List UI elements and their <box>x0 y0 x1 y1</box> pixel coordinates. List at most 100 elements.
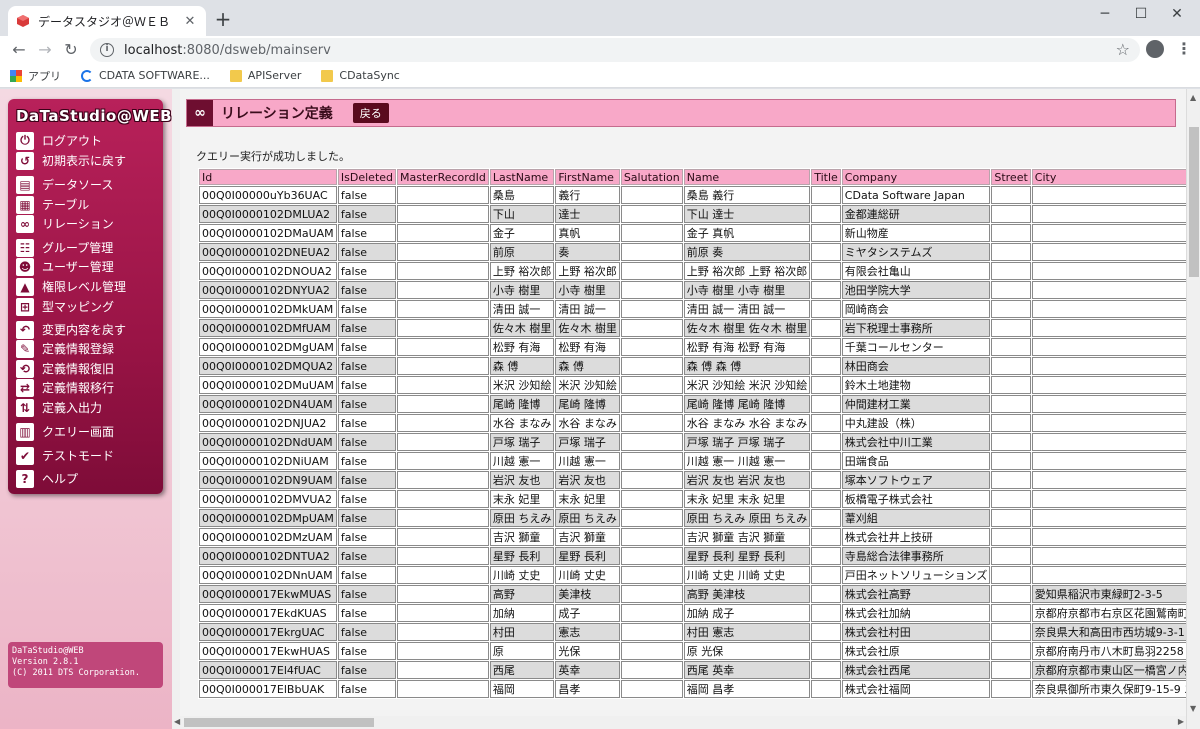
scroll-up-icon[interactable]: ▲ <box>1190 93 1196 102</box>
profile-avatar-icon[interactable] <box>1146 40 1164 58</box>
table-cell: 真帆 <box>555 224 620 242</box>
bookmark-cdata[interactable]: CDATA SOFTWARE... <box>81 69 210 82</box>
sidebar-item-logout[interactable]: ⏻ ログアウト <box>16 131 102 150</box>
column-header[interactable]: Salutation <box>620 169 683 185</box>
sidebar-item-table[interactable]: ▦ テーブル <box>16 195 89 214</box>
table-row[interactable]: 00Q0I00000uYb36UAC false 桑島 義行 桑島 義行 CData So… <box>199 186 1186 204</box>
table-row[interactable]: 00Q0I0000102DNdUAM false 戸塚 瑞子 戸塚 瑞子 戸塚 瑞子 戸… <box>199 433 1186 451</box>
table-row[interactable]: 00Q0I0000102DNnUAM false 川崎 丈史 川崎 丈史 川崎 丈史 川… <box>199 566 1186 584</box>
browser-menu-icon[interactable]: ⋮ <box>1176 39 1192 58</box>
column-header[interactable]: Name <box>683 169 811 185</box>
sidebar-item-register[interactable]: ✎ 定義情報登録 <box>16 339 114 358</box>
column-header[interactable]: LastName <box>489 169 555 185</box>
scroll-down-icon[interactable]: ▼ <box>1190 704 1196 713</box>
vertical-scrollbar[interactable]: ▲ ▼ <box>1186 89 1200 729</box>
table-row[interactable]: 00Q0I0000102DMpUAM false 原田 ちえみ 原田 ちえみ 原田 ちえ… <box>199 509 1186 527</box>
table-cell <box>991 224 1031 242</box>
sidebar-item-revert[interactable]: ↶ 変更内容を戻す <box>16 320 126 339</box>
vertical-scroll-thumb[interactable] <box>1189 127 1199 277</box>
table-cell: 上野 裕次郎 <box>555 262 620 280</box>
table-row[interactable]: 00Q0I0000102DMzUAM false 吉沢 獅童 吉沢 獅童 吉沢 獅童 吉… <box>199 528 1186 546</box>
horizontal-scrollbar[interactable]: ◀ ▶ <box>172 716 1186 729</box>
table-cell <box>811 642 841 660</box>
bookmark-apps[interactable]: アプリ <box>10 68 61 84</box>
column-header[interactable]: FirstName <box>555 169 620 185</box>
table-cell: 原 光保 <box>683 642 811 660</box>
table-row[interactable]: 00Q0I000017El4fUAC false 西尾 英幸 西尾 英幸 株式会社西尾 京都… <box>199 661 1186 679</box>
table-row[interactable]: 00Q0I0000102DMaUAM false 金子 真帆 金子 真帆 新山物産 <box>199 224 1186 242</box>
table-row[interactable]: 00Q0I0000102DNOUA2 false 上野 裕次郎 上野 裕次郎 上野 裕次… <box>199 262 1186 280</box>
scroll-right-icon[interactable]: ▶ <box>1178 717 1184 726</box>
table-cell: 株式会社井上技研 <box>841 528 991 546</box>
table-row[interactable]: 00Q0I000017EkrgUAC false 村田 憲志 村田 憲志 株式会社村田 奈良… <box>199 623 1186 641</box>
sidebar-item-relation[interactable]: ∞ リレーション <box>16 214 114 233</box>
table-row[interactable]: 00Q0I000017ElBbUAK false 福岡 昌孝 福岡 昌孝 株式会社福岡 奈良… <box>199 680 1186 698</box>
bookmark-apiserver[interactable]: APIServer <box>229 69 301 82</box>
column-header[interactable]: Title <box>811 169 841 185</box>
forward-arrow-icon[interactable]: → <box>34 39 56 61</box>
back-button[interactable]: 戻る <box>352 103 389 123</box>
sidebar-item-migrate[interactable]: ⇄ 定義情報移行 <box>16 378 114 397</box>
table-row[interactable]: 00Q0I0000102DNEUA2 false 前原奏 前原 奏 ミヤタシステムズ <box>199 243 1186 261</box>
sidebar-item-permission[interactable]: ▲ 権限レベル管理 <box>16 277 126 296</box>
table-row[interactable]: 00Q0I0000102DMVUA2 false 末永 妃里 末永 妃里 末永 妃里 末… <box>199 490 1186 508</box>
table-row[interactable]: 00Q0I0000102DN4UAM false 尾崎 隆博 尾崎 隆博 尾崎 隆博 尾… <box>199 395 1186 413</box>
sidebar-item-import-export[interactable]: ⇅ 定義入出力 <box>16 398 102 417</box>
browser-tab[interactable]: データスタジオ＠ＷＥＢ ✕ <box>8 6 206 36</box>
sidebar-item-reset[interactable]: ↺ 初期表示に戻す <box>16 151 126 170</box>
reload-icon[interactable]: ↻ <box>60 39 82 61</box>
sidebar-item-check[interactable]: ✔ テストモード <box>16 446 114 465</box>
table-cell: 奈良県大和高田市西坊城9-3-1 <box>1031 623 1186 641</box>
table-row[interactable]: 00Q0I0000102DNiUAM false 川越 憲一 川越 憲一 川越 憲一 川… <box>199 452 1186 470</box>
table-cell <box>397 186 489 204</box>
sidebar-item-group[interactable]: ☷ グループ管理 <box>16 238 113 257</box>
tab-close-icon[interactable]: ✕ <box>182 14 198 29</box>
query-icon: ▥ <box>16 422 34 441</box>
address-bar[interactable]: i localhost :8080/dsweb/mainserv ☆ <box>90 38 1140 62</box>
table-cell: 川越 憲一 <box>555 452 620 470</box>
tab-strip: データスタジオ＠ＷＥＢ ✕ + ─ ☐ ✕ <box>0 0 1200 36</box>
table-cell: 福岡 <box>489 680 555 698</box>
bookmark-star-icon[interactable]: ☆ <box>1116 40 1130 59</box>
site-info-icon[interactable]: i <box>100 43 114 57</box>
table-cell <box>991 281 1031 299</box>
back-arrow-icon[interactable]: ← <box>8 39 30 61</box>
table-row[interactable]: 00Q0I0000102DMkUAM false 清田 誠一 清田 誠一 清田 誠一 清… <box>199 300 1186 318</box>
table-row[interactable]: 00Q0I0000102DNTUA2 false 星野 長利 星野 長利 星野 長利 星… <box>199 547 1186 565</box>
new-tab-button[interactable]: + <box>212 8 234 30</box>
table-row[interactable]: 00Q0I000017EkwMUAS false 高野 美津枝 高野 美津枝 株式会社高野… <box>199 585 1186 603</box>
scroll-left-icon[interactable]: ◀ <box>174 717 180 726</box>
column-header[interactable]: Company <box>841 169 991 185</box>
bookmark-cdatasync[interactable]: CDataSync <box>321 69 400 82</box>
column-header[interactable]: Street <box>991 169 1031 185</box>
horizontal-scroll-thumb[interactable] <box>184 718 374 727</box>
table-cell <box>991 604 1031 622</box>
sidebar-item-query[interactable]: ▥ クエリー画面 <box>16 422 114 441</box>
table-row[interactable]: 00Q0I000017EkdKUAS false 加納 成子 加納 成子 株式会社加納 京都… <box>199 604 1186 622</box>
version-line: DaTaStudio@WEB <box>12 646 84 656</box>
table-cell: 光保 <box>555 642 620 660</box>
column-header[interactable]: MasterRecordId <box>397 169 489 185</box>
table-row[interactable]: 00Q0I0000102DNYUA2 false 小寺 樹里 小寺 樹里 小寺 樹里 小… <box>199 281 1186 299</box>
sidebar-item-label: ヘルプ <box>42 472 79 486</box>
column-header[interactable]: City <box>1031 169 1186 185</box>
sidebar-item-type-mapping[interactable]: ⊞ 型マッピング <box>16 297 114 316</box>
table-row[interactable]: 00Q0I0000102DNJUA2 false 水谷 まなみ 水谷 まなみ 水谷 まな… <box>199 414 1186 432</box>
window-close-icon[interactable]: ✕ <box>1154 0 1200 30</box>
sidebar-item-restore[interactable]: ⟲ 定義情報復旧 <box>16 359 114 378</box>
table-row[interactable]: 00Q0I0000102DN9UAM false 岩沢 友也 岩沢 友也 岩沢 友也 岩… <box>199 471 1186 489</box>
column-header[interactable]: IsDeleted <box>337 169 397 185</box>
table-row[interactable]: 00Q0I0000102DMQUA2 false 森 傅森 傅 森 傅 森 傅 林田商会 <box>199 357 1186 375</box>
column-header[interactable]: Id <box>199 169 337 185</box>
table-cell <box>620 623 683 641</box>
sidebar-item-help[interactable]: ? ヘルプ <box>16 469 78 488</box>
table-row[interactable]: 00Q0I0000102DMgUAM false 松野 有海 松野 有海 松野 有海 松… <box>199 338 1186 356</box>
table-cell: 00Q0I0000102DMkUAM <box>199 300 337 318</box>
sidebar-item-user[interactable]: ☻ ユーザー管理 <box>16 257 114 276</box>
table-row[interactable]: 00Q0I0000102DMuUAM false 米沢 沙知絵 米沢 沙知絵 米沢 沙知… <box>199 376 1186 394</box>
table-row[interactable]: 00Q0I0000102DMLUA2 false 下山 達士 下山 達士 金都連総研 <box>199 205 1186 223</box>
results-table-container[interactable]: Id IsDeleted MasterRecordId LastName FirstNa… <box>198 168 1186 714</box>
table-row[interactable]: 00Q0I0000102DMfUAM false 佐々木 樹里 佐々木 樹里 佐々木 樹… <box>199 319 1186 337</box>
table-row[interactable]: 00Q0I000017EkwHUAS false 原光保 原 光保 株式会社原 京都府南丹… <box>199 642 1186 660</box>
sidebar-item-datasource[interactable]: ▤ データソース <box>16 175 113 194</box>
